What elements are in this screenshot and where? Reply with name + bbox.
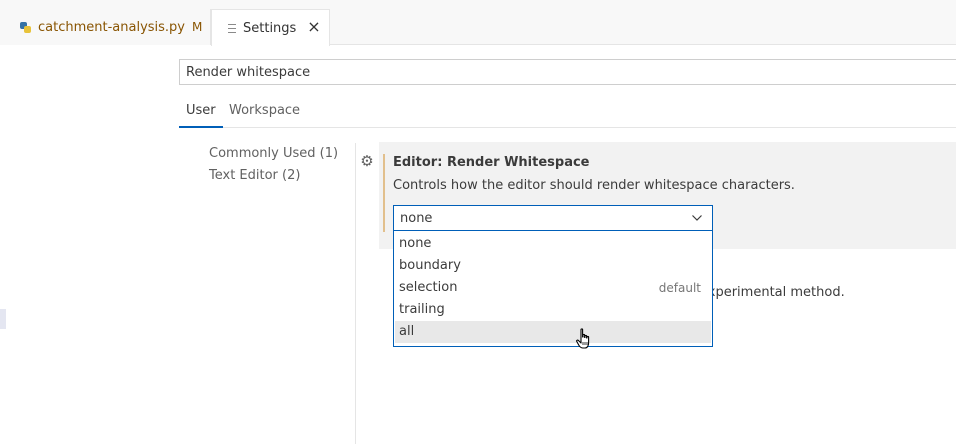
tab-settings[interactable]: Settings × <box>211 9 330 46</box>
toc-count: (1) <box>319 146 339 161</box>
toc-label: Text Editor <box>209 168 278 183</box>
chevron-down-icon <box>692 215 702 221</box>
next-setting-description: experimental method. <box>700 285 845 300</box>
modified-indicator-bar <box>383 154 385 232</box>
tab-label: Settings <box>243 20 297 36</box>
toc-item-commonly-used[interactable]: Commonly Used (1) <box>209 146 338 161</box>
setting-title: Editor: Render Whitespace <box>393 155 590 170</box>
setting-description: Controls how the editor should render wh… <box>393 178 795 193</box>
toc-item-text-editor[interactable]: Text Editor (2) <box>209 168 300 183</box>
tab-catchment-analysis[interactable]: catchment-analysis.py M <box>0 9 211 45</box>
gear-icon[interactable]: ⚙ <box>359 153 375 169</box>
hand-cursor-icon <box>576 328 590 349</box>
settings-scope-tabs: User Workspace <box>179 96 956 128</box>
toc-count: (2) <box>282 168 301 183</box>
setting-name: Render Whitespace <box>446 155 590 170</box>
tab-label: catchment-analysis.py <box>38 19 185 35</box>
option-boundary[interactable]: boundary <box>394 255 712 277</box>
default-label: default <box>658 281 701 295</box>
modified-badge: M <box>192 20 203 34</box>
settings-file-icon <box>228 23 236 33</box>
sidebar-selection-marker <box>0 309 6 329</box>
toc-divider <box>355 143 356 444</box>
toc-label: Commonly Used <box>209 146 316 161</box>
select-value: none <box>400 210 433 226</box>
setting-category: Editor: <box>393 155 447 170</box>
option-all[interactable]: all <box>395 321 711 343</box>
render-whitespace-select[interactable]: none <box>393 205 713 231</box>
select-dropdown-list: none boundary selection default trailing … <box>393 231 713 347</box>
settings-search-input[interactable]: Render whitespace <box>179 59 956 85</box>
option-none[interactable]: none <box>394 233 712 255</box>
close-icon[interactable]: × <box>306 19 322 35</box>
python-file-icon <box>20 21 31 33</box>
tab-user[interactable]: User <box>179 96 223 128</box>
tab-workspace[interactable]: Workspace <box>229 96 300 128</box>
option-selection[interactable]: selection default <box>394 277 712 299</box>
option-trailing[interactable]: trailing <box>394 299 712 321</box>
editor-tab-bar: catchment-analysis.py M Settings × <box>0 0 956 46</box>
